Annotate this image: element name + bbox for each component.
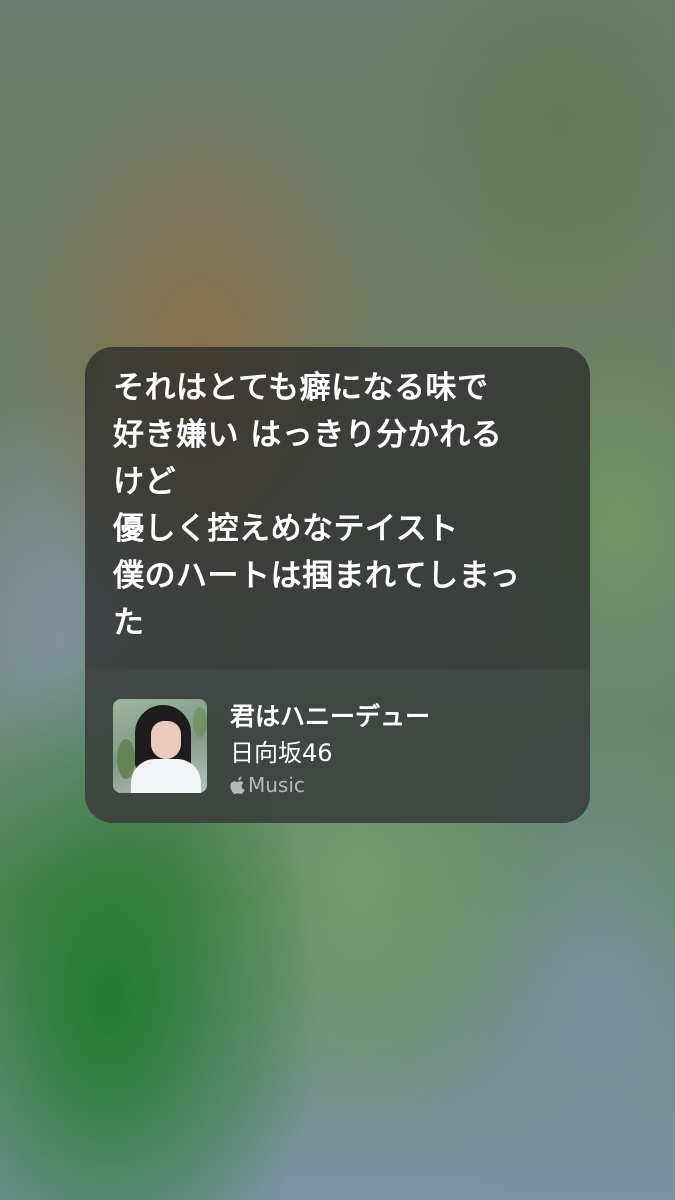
music-service-label: Music: [248, 773, 305, 797]
song-info-footer[interactable]: 君はハニーデュー 日向坂46 Music: [85, 669, 590, 823]
artwork-face: [151, 721, 181, 759]
artwork-leaf: [193, 707, 207, 737]
lyric-line: それはとても癖になる味で: [113, 370, 489, 406]
lyric-line: た: [113, 605, 145, 641]
song-title: 君はハニーデュー: [230, 702, 431, 731]
song-artist: 日向坂46: [230, 739, 333, 767]
lyric-line: 優しく控えめなテイスト: [113, 511, 459, 547]
lyrics-block: それはとても癖になる味で 好き嫌い はっきり分かれる けど 優しく控えめなテイス…: [85, 347, 590, 669]
lyric-line: 好き嫌い はっきり分かれる: [113, 417, 503, 453]
album-artwork[interactable]: [113, 699, 207, 793]
lyric-line: けど: [113, 464, 176, 500]
apple-music-logo: Music: [230, 773, 305, 797]
apple-icon: [230, 776, 245, 794]
lyric-line: 僕のハートは掴まれてしまっ: [113, 558, 521, 594]
lyrics-share-card: それはとても癖になる味で 好き嫌い はっきり分かれる けど 優しく控えめなテイス…: [85, 347, 590, 823]
artwork-shirt: [131, 759, 201, 793]
